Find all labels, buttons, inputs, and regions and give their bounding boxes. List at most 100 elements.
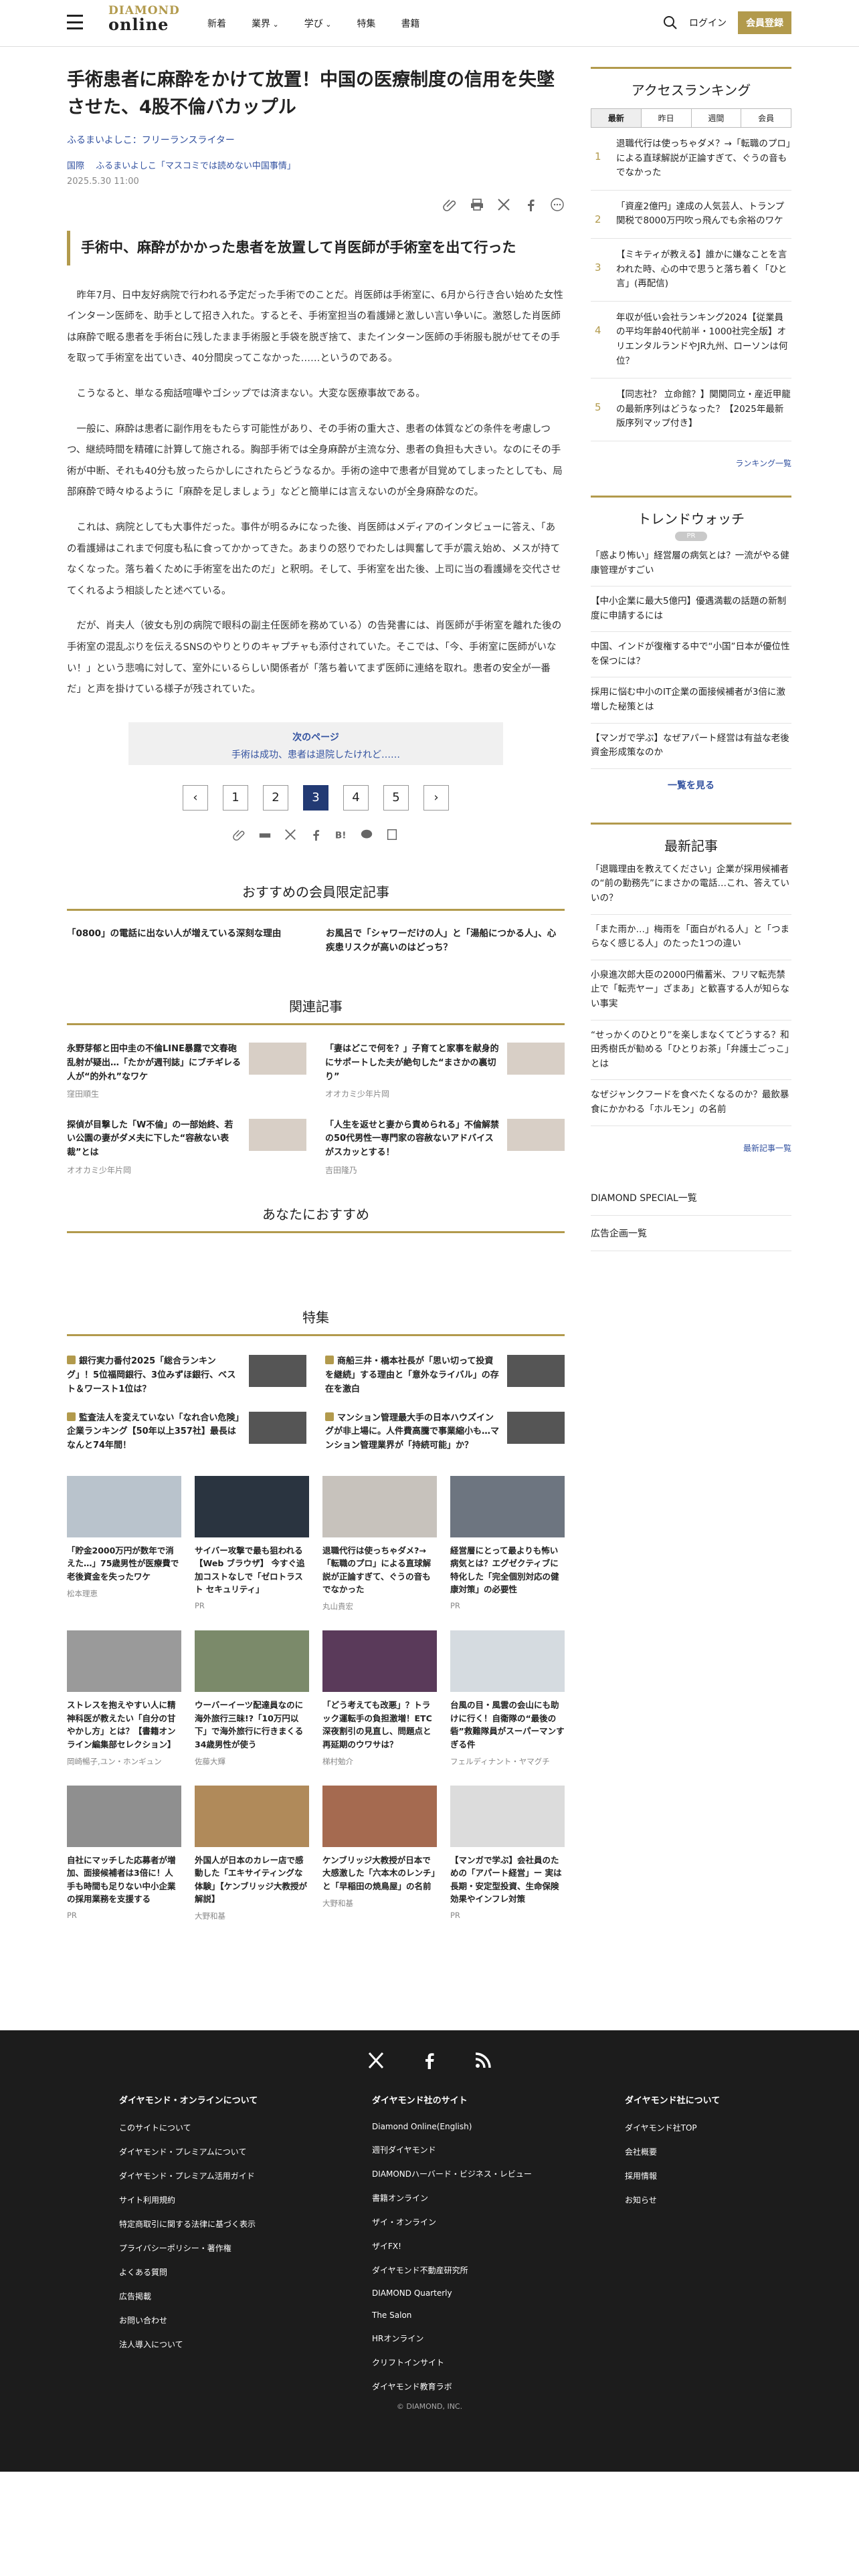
tab-yesterday[interactable]: 昨日 (642, 109, 692, 127)
article-card[interactable]: 台風の目・風雲の会山にも助けに行く！自衛隊の“最後の砦”救難隊員がスーパーマンす… (450, 1630, 565, 1767)
clip-icon[interactable] (443, 197, 458, 212)
special-link[interactable]: DIAMOND SPECIAL一覧 (591, 1180, 791, 1216)
feature-item[interactable]: 監査法人を変えていない「なれ合い危険」企業ランキング【50年以上357社】最長は… (67, 1411, 306, 1453)
tab-weekly[interactable]: 週間 (692, 109, 742, 127)
footer-link[interactable]: ダイヤモンド・プレミアム活用ガイド (119, 2170, 372, 2181)
article-card[interactable]: 自社にマッチした応募者が増加、面接候補者は3倍に！人手も時間も足りない中小企業の… (67, 1785, 181, 1922)
x-icon[interactable] (366, 2050, 386, 2070)
footer-link[interactable]: お知らせ (625, 2194, 859, 2206)
trend-item[interactable]: 中国、インドが復権する中で“小国”日本が優位性を保つには？ (591, 632, 791, 678)
tab-latest[interactable]: 最新 (591, 109, 642, 127)
recommend-item[interactable]: 「0800」の電話に出ない人が増えている深刻な理由 (67, 927, 306, 956)
page-link[interactable]: 1 (223, 784, 248, 811)
nav-industry[interactable]: 業界 (252, 17, 279, 30)
ads-link[interactable]: 広告企画一覧 (591, 1216, 791, 1251)
footer-link[interactable]: HRオンライン (372, 2333, 625, 2344)
footer-link[interactable]: ザイFX! (372, 2240, 625, 2252)
footer-link[interactable]: ザイ・オンライン (372, 2216, 625, 2228)
hatena-icon[interactable]: B! (335, 828, 348, 841)
article-card[interactable]: 【マンガで学ぶ】会社員のための「アパート経営」ー 実は長期・安定型投資、生命保険… (450, 1785, 565, 1922)
footer-link[interactable]: クリフトインサイト (372, 2357, 625, 2368)
footer-link[interactable]: 広告掲載 (119, 2290, 372, 2302)
related-item[interactable]: 永野芽郁と田中圭の不倫LINE暴露で文春砲乱射が疑出…「たかが週刊誌」にブチギレ… (67, 1043, 306, 1101)
trend-item[interactable]: 「惑より怖い」経営層の病気とは？一流がやる健康管理がすごい (591, 541, 791, 587)
footer-link[interactable]: サイト利用規約 (119, 2194, 372, 2206)
footer-link[interactable]: お問い合わせ (119, 2315, 372, 2326)
page-current[interactable]: 3 (303, 784, 328, 811)
page-link[interactable]: 2 (263, 784, 288, 811)
next-page-box[interactable]: 次のページ 手術は成功、患者は退院したけれど…… (128, 722, 503, 765)
footer-link[interactable]: ダイヤモンド不動産研究所 (372, 2264, 625, 2276)
facebook-icon[interactable] (523, 197, 538, 212)
tag-international[interactable]: 国際 (67, 161, 84, 171)
ranking-item[interactable]: 3 【ミキティが教える】誰かに嫌なことを言われた時、心の中で思うと落ち着く「ひと言… (591, 239, 791, 302)
trend-item[interactable]: 【中小企業に最大5億円】優遇満載の話題の新制度に申請するには (591, 586, 791, 633)
article-card[interactable]: 外国人が日本のカレー店で感動した「エキサイティングな体験」【ケンブリッジ大教授が… (195, 1785, 309, 1922)
print-icon[interactable] (470, 197, 484, 212)
footer-link[interactable]: 法人導入について (119, 2339, 372, 2350)
facebook-icon[interactable] (309, 828, 322, 841)
next-page-icon[interactable]: › (423, 784, 449, 811)
latest-item[interactable]: 「また雨か…」梅雨を「面白がれる人」と「つまらなく感じる人」のたった1つの違い (591, 915, 791, 960)
page-link[interactable]: 4 (343, 784, 369, 811)
feature-item[interactable]: 商船三井・橋本社長が「思い切って投資を継続」する理由と「意外なライバル」の存在を… (325, 1355, 565, 1396)
article-card[interactable]: ストレスを抱えやすい人に精神科医が教えたい「自分の甘やかし方」とは？【書籍オンラ… (67, 1630, 181, 1767)
latest-item[interactable]: “せっかくのひとり”を楽しまなくてどうする？和田秀樹氏が勧める「ひとりお茶」「弁… (591, 1021, 791, 1081)
footer-link[interactable]: よくある質問 (119, 2266, 372, 2278)
footer-link[interactable]: The Salon (372, 2311, 625, 2320)
article-card[interactable]: ケンブリッジ大教授が日本で大感激した「六本木のレンチ」と「早稲田の焼鳥屋」の名前… (322, 1785, 437, 1922)
ranking-more-link[interactable]: ランキング一覧 (591, 457, 791, 469)
x-share-icon[interactable] (284, 828, 297, 841)
latest-item[interactable]: 「退職理由を教えてください」企業が採用候補者の“前の勤務先”にまさかの電話…これ… (591, 855, 791, 915)
tab-member[interactable]: 会員 (741, 109, 791, 127)
latest-item[interactable]: 小泉進次郎大臣の2000円備蓄米、フリマ転売禁止で「転売ヤー」ざまあ」と歓喜する… (591, 960, 791, 1021)
clip-icon[interactable] (233, 828, 246, 841)
article-author[interactable]: ふるまいよしこ：フリーランスライター (67, 133, 565, 146)
footer-link[interactable]: ダイヤモンド教育ラボ (372, 2381, 625, 2392)
facebook-icon[interactable] (419, 2050, 440, 2070)
trend-item[interactable]: 【マンガで学ぶ】なぜアパート経営は有益な老後資金形成策なのか (591, 724, 791, 769)
nav-books[interactable]: 書籍 (401, 17, 419, 30)
footer-link[interactable]: DIAMOND Quarterly (372, 2288, 625, 2298)
footer-link[interactable]: DIAMONDハーバード・ビジネス・レビュー (372, 2168, 625, 2179)
trend-item[interactable]: 採用に悩む中小のIT企業の面接候補者が3倍に激増した秘策とは (591, 677, 791, 724)
more-icon[interactable] (550, 197, 565, 212)
site-logo[interactable]: DIAMOND online (108, 5, 179, 33)
ranking-item[interactable]: 5 【同志社？ 立命館？】関関同立・産近甲龍の最新序列はどうなった？【2025年最… (591, 379, 791, 441)
nav-new[interactable]: 新着 (207, 17, 226, 30)
menu-icon[interactable] (67, 15, 83, 29)
latest-item[interactable]: なぜジャンクフードを食べたくなるのか？最飲暴食にかかわる「ホルモン」の名前 (591, 1080, 791, 1126)
footer-link[interactable]: 週刊ダイヤモンド (372, 2144, 625, 2155)
search-icon[interactable] (662, 15, 678, 31)
feature-item[interactable]: マンション管理最大手の日本ハウズイングが非上場に。人件費高騰で事業縮小も…マンシ… (325, 1411, 565, 1453)
footer-link[interactable]: 採用情報 (625, 2170, 859, 2181)
article-card[interactable]: 「どう考えても改悪」？トラック運転手の負担激増！ETC深夜割引の見直し、問題点と… (322, 1630, 437, 1767)
x-share-icon[interactable] (496, 197, 511, 212)
footer-link[interactable]: 書籍オンライン (372, 2192, 625, 2204)
page-link[interactable]: 5 (383, 784, 409, 811)
footer-link[interactable]: 特定商取引に関する法律に基づく表示 (119, 2218, 372, 2230)
login-link[interactable]: ログイン (689, 16, 727, 29)
line-icon[interactable] (360, 828, 373, 841)
article-card[interactable]: 退職代行は使っちゃダメ?→「転職のプロ」による直球解説が正論すぎて、ぐうの音もで… (322, 1475, 437, 1612)
nav-feature[interactable]: 特集 (357, 17, 375, 30)
pocket-icon[interactable] (385, 828, 399, 841)
nav-learn[interactable]: 学び (304, 17, 332, 30)
article-card[interactable]: サイバー攻撃で最も狙われる【Web ブラウザ】 今すぐ追加コストなしで「ゼロトラ… (195, 1475, 309, 1612)
article-card[interactable]: 経営層にとって最よりも怖い病気とは？エグゼクティブに特化した「完全個別対応の健康… (450, 1475, 565, 1612)
footer-link[interactable]: 会社概要 (625, 2146, 859, 2157)
trend-more-link[interactable]: 一覧を見る (591, 778, 791, 792)
latest-more-link[interactable]: 最新記事一覧 (591, 1142, 791, 1154)
ranking-item[interactable]: 4 年収が低い会社ランキング2024【従業員の平均年齢40代前半・1000社完全版… (591, 302, 791, 379)
article-card[interactable]: ウーバーイーツ配達員なのに海外旅行三昧!?「10万円以下」で海外旅行に行きまくる… (195, 1630, 309, 1767)
tag-series[interactable]: ふるまいよしこ「マスコミでは読めない中国事情」 (96, 161, 296, 171)
related-item[interactable]: 探偵が目撃した「W不倫」の一部始終、若い公園の妻がダメ夫に下した“容赦ない表裁”… (67, 1118, 306, 1178)
feature-item[interactable]: 銀行実力番付2025「総合ランキング」！5位福岡銀行、3位みずほ銀行、ベスト＆ワ… (67, 1355, 306, 1396)
footer-link[interactable]: プライバシーポリシー・著作権 (119, 2242, 372, 2254)
ranking-item[interactable]: 2 「資産2億円」達成の人気芸人、トランプ関税で8000万円吹っ飛んでも余裕のワケ (591, 191, 791, 239)
prev-page-icon[interactable]: ‹ (183, 784, 208, 811)
article-card[interactable]: 「貯金2000万円が数年で消えた…」75歳男性が医療費で老後資金を失ったワケ 松本… (67, 1475, 181, 1612)
footer-link[interactable]: ダイヤモンド社TOP (625, 2122, 859, 2133)
ranking-item[interactable]: 1 退職代行は使っちゃダメ？→「転職のプロ」による直球解説が正論すぎて、ぐうの音も… (591, 128, 791, 191)
rss-icon[interactable] (473, 2050, 493, 2070)
